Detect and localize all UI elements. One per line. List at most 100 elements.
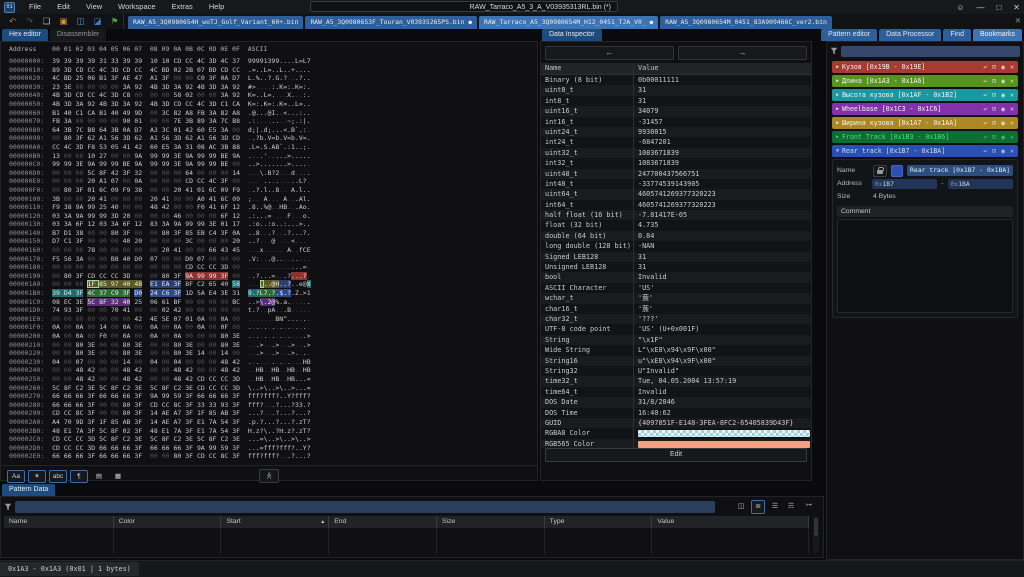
hex-byte[interactable]: CA <box>87 109 95 117</box>
ascii-char[interactable] <box>307 237 311 245</box>
hex-byte[interactable]: 5C <box>99 427 107 435</box>
hex-byte[interactable]: 6F <box>123 220 131 228</box>
hex-byte[interactable]: 42 <box>173 306 181 314</box>
hex-byte[interactable]: 01 <box>185 315 193 323</box>
hex-byte[interactable]: 56 <box>111 134 119 142</box>
hex-byte[interactable]: 3E <box>134 349 142 357</box>
next-byte-button[interactable]: → <box>678 46 807 60</box>
hex-byte[interactable]: 0A <box>123 126 131 134</box>
hex-byte[interactable]: 00 <box>197 341 205 349</box>
hex-byte[interactable]: CC <box>197 177 205 185</box>
hex-byte[interactable]: 3E <box>232 341 240 349</box>
inspector-row[interactable]: String"\x1F" <box>541 335 811 345</box>
hex-byte[interactable]: 48 <box>134 280 142 288</box>
hex-byte[interactable]: 66 <box>99 392 107 400</box>
hex-byte[interactable]: 03 <box>99 220 107 228</box>
hex-byte[interactable]: 80 <box>123 409 131 417</box>
ascii-char[interactable]: B <box>307 358 311 366</box>
hex-byte[interactable]: 10 <box>150 57 158 65</box>
hex-byte[interactable]: 00 <box>52 315 60 323</box>
hex-byte[interactable]: 00 <box>209 91 217 99</box>
hex-byte[interactable]: 00 <box>52 134 60 142</box>
hex-byte[interactable]: 9A <box>185 160 193 168</box>
hex-byte[interactable]: 00 <box>232 315 240 323</box>
hex-byte[interactable]: 99 <box>162 160 170 168</box>
chevron-right-icon[interactable]: ▶ <box>836 106 839 112</box>
hex-byte[interactable]: 00 <box>99 117 107 125</box>
hex-byte[interactable]: 62 <box>87 134 95 142</box>
hex-byte[interactable]: 00 <box>220 255 228 263</box>
ascii-char[interactable]: . <box>307 160 311 168</box>
minimize-icon[interactable]: — <box>976 3 984 12</box>
hex-byte[interactable]: 0A <box>197 315 205 323</box>
hex-byte[interactable]: E1 <box>197 418 205 426</box>
hex-byte[interactable]: CD <box>52 444 60 452</box>
hex-byte[interactable]: 00 <box>150 109 158 117</box>
pattern-col-start[interactable]: Start▲ <box>221 516 329 528</box>
hex-byte[interactable]: 74 <box>52 306 60 314</box>
hex-byte[interactable]: 3D <box>87 435 95 443</box>
ascii-char[interactable]: ? <box>307 392 311 400</box>
tab-data-processor[interactable]: Data Processor <box>879 29 941 41</box>
hex-byte[interactable]: 00 <box>232 255 240 263</box>
hex-byte[interactable]: 4B <box>99 100 107 108</box>
hex-byte[interactable]: 00 <box>209 315 217 323</box>
hex-byte[interactable]: D0 <box>185 255 193 263</box>
ascii-char[interactable]: . <box>307 74 311 82</box>
hex-byte[interactable]: 3F <box>87 409 95 417</box>
hex-byte[interactable]: 00 <box>134 323 142 331</box>
hex-byte[interactable]: 00 <box>185 203 193 211</box>
hex-byte[interactable]: 0A <box>76 332 84 340</box>
hex-byte[interactable]: 25 <box>134 298 142 306</box>
hex-byte[interactable]: 00 <box>150 375 158 383</box>
inspector-row[interactable]: String16u"\xE8\x94\x9F\x00" <box>541 356 811 366</box>
hex-byte[interactable]: 99 <box>162 152 170 160</box>
hex-byte[interactable]: 00 <box>76 117 84 125</box>
hex-byte[interactable]: 99 <box>209 444 217 452</box>
hex-byte[interactable]: 41 <box>209 195 217 203</box>
inspector-row[interactable]: char16_t'蔟' <box>541 304 811 314</box>
hex-byte[interactable]: 00 <box>64 323 72 331</box>
hex-byte[interactable]: 12 <box>232 212 240 220</box>
hex-byte[interactable]: 64 <box>185 169 193 177</box>
hex-byte[interactable]: AC <box>209 143 217 151</box>
hex-byte[interactable]: BE <box>220 152 228 160</box>
inspector-row[interactable]: int48_t-33774539143905 <box>541 179 811 189</box>
hex-byte[interactable]: 3E <box>134 384 142 392</box>
hex-byte[interactable]: 3D <box>173 134 181 142</box>
hex-byte[interactable]: 1F <box>99 418 107 426</box>
hex-byte[interactable]: 00 <box>134 332 142 340</box>
hex-byte[interactable]: 00 <box>87 117 95 125</box>
ascii-char[interactable]: E <box>307 246 311 254</box>
hex-byte[interactable]: 3F <box>185 444 193 452</box>
hex-byte[interactable]: 6C <box>209 186 217 194</box>
hex-byte[interactable]: 00 <box>162 91 170 99</box>
hex-byte[interactable]: 3F <box>232 452 240 460</box>
ascii-char[interactable]: L <box>260 289 264 297</box>
hex-byte[interactable]: 1D <box>185 289 193 297</box>
hex-byte[interactable]: 00 <box>162 263 170 271</box>
hex-byte[interactable]: CC <box>111 272 119 280</box>
hex-byte[interactable]: 65 <box>209 280 217 288</box>
chevron-right-icon[interactable]: ▶ <box>836 134 839 140</box>
hex-byte[interactable]: CD <box>232 134 240 142</box>
hex-byte[interactable]: 8F <box>111 384 119 392</box>
hex-byte[interactable]: 66 <box>64 392 72 400</box>
hex-byte[interactable]: BD <box>162 66 170 74</box>
hex-byte[interactable]: 00 <box>197 212 205 220</box>
hex-byte[interactable]: 00 <box>209 366 217 374</box>
hex-byte[interactable]: 42 <box>134 315 142 323</box>
hex-byte[interactable]: 48 <box>173 366 181 374</box>
hex-byte[interactable]: 48 <box>220 366 228 374</box>
chevron-right-icon[interactable]: ▶ <box>836 120 839 126</box>
hex-byte[interactable]: 31 <box>232 289 240 297</box>
hex-byte[interactable]: 00 <box>111 246 119 254</box>
hex-byte[interactable]: 00 <box>150 117 158 125</box>
hex-byte[interactable]: 66 <box>220 392 228 400</box>
hex-byte[interactable]: 4C <box>197 57 205 65</box>
hex-byte[interactable]: 99 <box>197 272 209 280</box>
inspector-row[interactable]: uint16_t34079 <box>541 106 811 116</box>
hex-byte[interactable]: 00 <box>64 375 72 383</box>
hex-byte[interactable]: BF <box>173 298 181 306</box>
hex-byte[interactable]: 66 <box>64 452 72 460</box>
